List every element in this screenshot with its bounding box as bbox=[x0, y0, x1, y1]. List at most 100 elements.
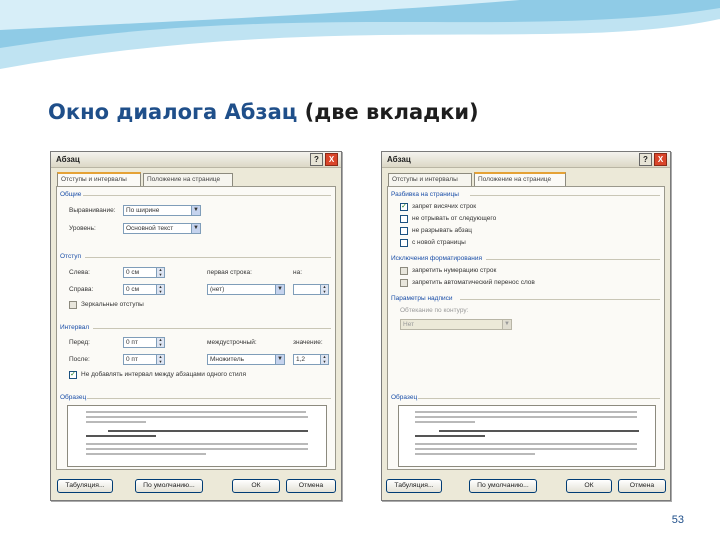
group-exceptions-header: Исключения форматирования bbox=[391, 255, 483, 262]
left-indent-label: Слева: bbox=[69, 269, 90, 276]
no-space-checkbox[interactable]: ✓ bbox=[69, 371, 77, 379]
group-divider bbox=[486, 259, 660, 260]
default-button[interactable]: По умолчанию... bbox=[469, 479, 537, 493]
suppress-line-numbers-checkbox[interactable] bbox=[400, 267, 408, 275]
chevron-down-icon: ▼ bbox=[191, 224, 200, 233]
page-break-before-checkbox[interactable] bbox=[400, 239, 408, 247]
cancel-button[interactable]: Отмена bbox=[618, 479, 666, 493]
group-divider bbox=[460, 299, 660, 300]
spinner-icon: ▲ ▼ bbox=[320, 285, 328, 294]
keep-with-next-checkbox[interactable] bbox=[400, 215, 408, 223]
wrap-label: Обтекание по контуру: bbox=[400, 307, 469, 314]
default-button[interactable]: По умолчанию... bbox=[135, 479, 203, 493]
cancel-button[interactable]: Отмена bbox=[286, 479, 336, 493]
preview-line bbox=[86, 453, 206, 455]
suppress-line-numbers-label: запретить нумерацию строк bbox=[412, 267, 497, 274]
spinner-icon: ▲ ▼ bbox=[156, 285, 164, 294]
before-input[interactable]: 0 пт ▲ ▼ bbox=[123, 337, 165, 348]
right-indent-label: Справа: bbox=[69, 286, 94, 293]
before-label: Перед: bbox=[69, 339, 90, 346]
first-line-value: (нет) bbox=[210, 286, 225, 293]
group-pagination-header: Разбивка на страницы bbox=[391, 191, 459, 198]
close-button[interactable]: X bbox=[325, 153, 338, 166]
slide-title-rest: (две вкладки) bbox=[297, 100, 479, 124]
spinner-icon: ▲ ▼ bbox=[320, 355, 328, 364]
slide-title: Окно диалога Абзац (две вкладки) bbox=[48, 100, 479, 124]
after-input[interactable]: 0 пт ▲ ▼ bbox=[123, 354, 165, 365]
preview-line bbox=[415, 435, 485, 437]
wrap-select[interactable]: Нет ▼ bbox=[400, 319, 512, 330]
preview-line bbox=[86, 443, 308, 445]
group-textbox-header: Параметры надписи bbox=[391, 295, 453, 302]
preview-line bbox=[86, 435, 156, 437]
right-indent-input[interactable]: 0 см ▲ ▼ bbox=[123, 284, 165, 295]
chevron-down-icon: ▼ bbox=[275, 355, 284, 364]
tabs-button[interactable]: Табуляция... bbox=[57, 479, 113, 493]
value-input[interactable]: 1,2 ▲ ▼ bbox=[293, 354, 329, 365]
page-number: 53 bbox=[671, 514, 684, 526]
line-spacing-label: междустрочный: bbox=[207, 339, 257, 346]
alignment-select[interactable]: По ширине ▼ bbox=[123, 205, 201, 216]
tab-line-page-breaks[interactable]: Положение на странице bbox=[143, 173, 233, 186]
group-general-header: Общие bbox=[60, 191, 82, 198]
spinner-icon: ▲ ▼ bbox=[156, 355, 164, 364]
preview-box bbox=[398, 405, 656, 467]
group-divider bbox=[87, 398, 331, 399]
header-wave-decoration bbox=[0, 0, 720, 71]
first-line-label: первая строка: bbox=[207, 269, 252, 276]
first-line-select[interactable]: (нет) ▼ bbox=[207, 284, 285, 295]
no-space-label: Не добавлять интервал между абзацами одн… bbox=[81, 371, 246, 378]
slide-title-accent: Окно диалога Абзац bbox=[48, 100, 298, 124]
group-divider bbox=[83, 195, 331, 196]
preview-line bbox=[86, 416, 308, 418]
level-value: Основной текст bbox=[126, 225, 174, 232]
preview-line bbox=[415, 448, 637, 450]
by-label: на: bbox=[293, 269, 303, 276]
level-select[interactable]: Основной текст ▼ bbox=[123, 223, 201, 234]
alignment-label: Выравнивание: bbox=[69, 207, 116, 214]
preview-box bbox=[67, 405, 327, 467]
alignment-value: По ширине bbox=[126, 207, 160, 214]
dialog-titlebar: Абзац ? X bbox=[382, 152, 670, 168]
chevron-down-icon: ▼ bbox=[275, 285, 284, 294]
left-indent-input[interactable]: 0 см ▲ ▼ bbox=[123, 267, 165, 278]
no-hyphenation-checkbox[interactable] bbox=[400, 279, 408, 287]
group-preview-header: Образец bbox=[60, 394, 87, 401]
tabs-button[interactable]: Табуляция... bbox=[386, 479, 442, 493]
help-button[interactable]: ? bbox=[310, 153, 323, 166]
paragraph-dialog-page-position: Абзац ? X Отступы и интервалы Положение … bbox=[381, 151, 671, 501]
value-label: значение: bbox=[293, 339, 323, 346]
chevron-down-icon: ▼ bbox=[502, 320, 511, 329]
page-break-before-label: с новой страницы bbox=[412, 239, 466, 246]
help-button[interactable]: ? bbox=[639, 153, 652, 166]
right-indent-value: 0 см bbox=[126, 286, 140, 293]
preview-line bbox=[415, 443, 637, 445]
preview-line bbox=[439, 430, 639, 432]
ok-button[interactable]: ОК bbox=[232, 479, 280, 493]
preview-line bbox=[108, 430, 308, 432]
line-spacing-select[interactable]: Множитель ▼ bbox=[207, 354, 285, 365]
preview-line bbox=[415, 421, 475, 423]
group-divider bbox=[93, 328, 331, 329]
spinner-icon: ▲ ▼ bbox=[156, 338, 164, 347]
keep-lines-together-label: не разрывать абзац bbox=[412, 227, 472, 234]
tab-indents-spacing[interactable]: Отступы и интервалы bbox=[388, 173, 472, 186]
no-hyphenation-label: запретить автоматический перенос слов bbox=[412, 279, 535, 286]
close-button[interactable]: X bbox=[654, 153, 667, 166]
mirror-indents-label: Зеркальные отступы bbox=[81, 301, 144, 308]
tab-line-page-breaks[interactable]: Положение на странице bbox=[474, 172, 566, 186]
mirror-indents-checkbox[interactable] bbox=[69, 301, 77, 309]
preview-line bbox=[415, 453, 535, 455]
tab-panel: Общие Выравнивание: По ширине ▼ Уровень:… bbox=[56, 186, 336, 470]
widow-control-checkbox[interactable]: ✓ bbox=[400, 203, 408, 211]
by-input[interactable]: ▲ ▼ bbox=[293, 284, 329, 295]
tab-indents-spacing[interactable]: Отступы и интервалы bbox=[57, 172, 141, 186]
after-label: После: bbox=[69, 356, 90, 363]
ok-button[interactable]: ОК bbox=[566, 479, 612, 493]
keep-lines-together-checkbox[interactable] bbox=[400, 227, 408, 235]
group-spacing-header: Интервал bbox=[60, 324, 90, 331]
preview-line bbox=[86, 421, 146, 423]
chevron-down-icon: ▼ bbox=[191, 206, 200, 215]
preview-line bbox=[86, 411, 306, 413]
after-value: 0 пт bbox=[126, 356, 138, 363]
